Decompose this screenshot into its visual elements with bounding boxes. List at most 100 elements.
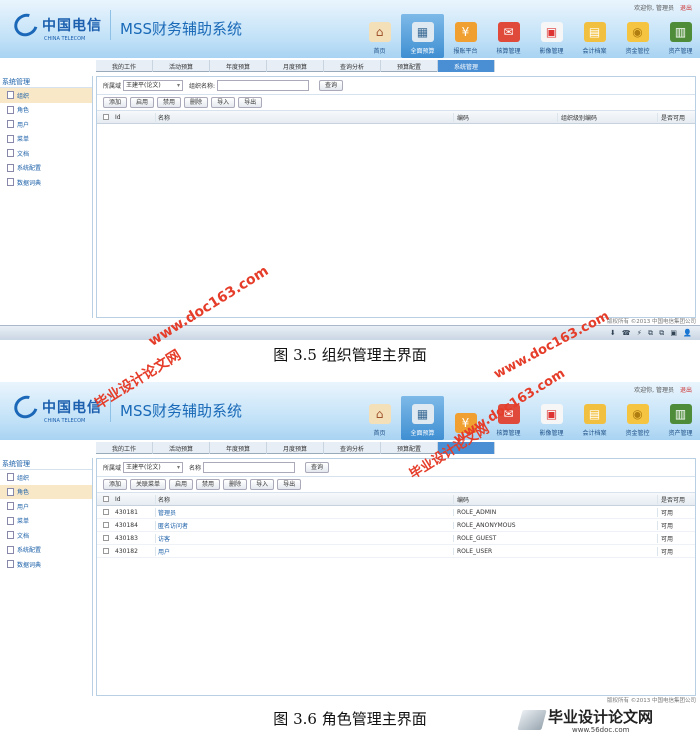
sidebar-item[interactable]: 角色: [0, 484, 92, 499]
tab-5[interactable]: 预算配置: [381, 60, 438, 72]
sidebar-item[interactable]: 用户: [0, 117, 92, 132]
table-row[interactable]: 430182 用户 ROLE_USER 可用: [97, 545, 695, 558]
toolbar-button-3[interactable]: 禁用: [196, 479, 221, 490]
nav-item-0[interactable]: ⌂ 首页: [358, 14, 401, 58]
column-header[interactable]: 名称: [155, 112, 453, 122]
sidebar-item[interactable]: 文档: [0, 146, 92, 161]
tab-6[interactable]: 系统管理: [438, 60, 495, 72]
cell-name[interactable]: 管理员: [155, 507, 453, 517]
toolbar-button-1[interactable]: 启用: [130, 97, 155, 108]
name-input[interactable]: [203, 462, 296, 473]
sidebar-item[interactable]: 数据词典: [0, 175, 92, 190]
sidebar-item[interactable]: 菜单: [0, 514, 92, 529]
tab-6[interactable]: [438, 442, 495, 454]
nav-item-3[interactable]: ✉ 核算管理: [487, 396, 530, 440]
tab-3[interactable]: 月度预算: [267, 60, 324, 72]
tab-5[interactable]: 预算配置: [381, 442, 438, 454]
row-checkbox[interactable]: [103, 522, 109, 528]
sidebar-item-label: 文档: [17, 532, 30, 540]
nav-item-7[interactable]: ▥ 资产管理: [659, 14, 700, 58]
column-header[interactable]: 组织级别编码: [557, 112, 657, 122]
cell-enabled: 可用: [657, 546, 695, 556]
toolbar-button-5[interactable]: 导入: [250, 479, 275, 490]
tab-4[interactable]: 查询分析: [324, 60, 381, 72]
toolbar-button-2[interactable]: 启用: [169, 479, 194, 490]
nav-item-1[interactable]: ▦ 全面预算: [401, 14, 444, 58]
nav-item-2[interactable]: ¥: [444, 396, 487, 440]
nav-item-5[interactable]: ▤ 会计档案: [573, 14, 616, 58]
sidebar-item[interactable]: 数据词典: [0, 557, 92, 572]
row-checkbox[interactable]: [103, 509, 109, 515]
column-header[interactable]: 名称: [155, 494, 453, 504]
tab-4[interactable]: 查询分析: [324, 442, 381, 454]
nav-item-0[interactable]: ⌂ 首页: [358, 396, 401, 440]
sidebar-item[interactable]: 用户: [0, 499, 92, 514]
toolbar-button-2[interactable]: 禁用: [157, 97, 182, 108]
cell-name[interactable]: 访客: [155, 533, 453, 543]
nav-item-label: 核算管理: [496, 48, 521, 55]
tab-3[interactable]: 月度预算: [267, 442, 324, 454]
query-button[interactable]: 查询: [305, 462, 330, 473]
tab-1[interactable]: 活动预算: [153, 60, 210, 72]
row-checkbox[interactable]: [103, 548, 109, 554]
nav-item-label: 全面预算: [410, 48, 435, 55]
query-button[interactable]: 查询: [319, 80, 344, 91]
sidebar-item[interactable]: 系统配置: [0, 543, 92, 558]
coins-icon: ◉: [626, 22, 649, 42]
nav-item-3[interactable]: ✉ 核算管理: [487, 14, 530, 58]
column-header[interactable]: Id: [115, 496, 155, 503]
cell-name[interactable]: 用户: [155, 546, 453, 556]
nav-item-1[interactable]: ▦ 全面预算: [401, 396, 444, 440]
tab-2[interactable]: 年度预算: [210, 60, 267, 72]
sidebar-item[interactable]: 文档: [0, 528, 92, 543]
toolbar-button-0[interactable]: 添加: [103, 479, 128, 490]
asset-icon: ▥: [669, 22, 692, 42]
domain-label: 所属域: [103, 465, 122, 472]
select-all-checkbox[interactable]: [103, 496, 109, 502]
column-header[interactable]: 编码: [453, 112, 557, 122]
select-all-checkbox[interactable]: [103, 114, 109, 120]
logout-link[interactable]: 退出: [680, 387, 692, 394]
domain-select[interactable]: 王建平(论文): [123, 462, 184, 473]
nav-item-4[interactable]: ▣ 影像管理: [530, 14, 573, 58]
table-header: Id 名称 编码 组织级别编码 是否可用: [97, 111, 695, 124]
toolbar-button-6[interactable]: 导出: [277, 479, 302, 490]
sidebar-item[interactable]: 系统配置: [0, 161, 92, 176]
toolbar-button-1[interactable]: 关联菜单: [130, 479, 167, 490]
tab-0[interactable]: 我的工作: [96, 60, 153, 72]
logout-link[interactable]: 退出: [680, 5, 692, 12]
nav-item-4[interactable]: ▣ 影像管理: [530, 396, 573, 440]
sidebar-item[interactable]: 角色: [0, 103, 92, 118]
toolbar-button-0[interactable]: 添加: [103, 97, 128, 108]
sidebar-item[interactable]: 菜单: [0, 132, 92, 147]
tab-0[interactable]: 我的工作: [96, 442, 153, 454]
nav-item-5[interactable]: ▤ 会计档案: [573, 396, 616, 440]
toolbar-button-4[interactable]: 删除: [223, 479, 248, 490]
sidebar-item[interactable]: 组织: [0, 88, 92, 103]
sidebar-item-label: 用户: [17, 503, 30, 511]
nav-item-6[interactable]: ◉ 资金管控: [616, 396, 659, 440]
nav-item-2[interactable]: ¥ 报账平台: [444, 14, 487, 58]
column-header[interactable]: 是否可用: [657, 112, 695, 122]
sidebar-item[interactable]: 组织: [0, 470, 92, 485]
domain-select[interactable]: 王建平(论文): [123, 80, 184, 91]
cell-name[interactable]: 匿名访问者: [155, 520, 453, 530]
name-input[interactable]: [217, 80, 310, 91]
table-row[interactable]: 430183 访客 ROLE_GUEST 可用: [97, 532, 695, 545]
nav-item-7[interactable]: ▥ 资产管理: [659, 396, 700, 440]
column-header[interactable]: 编码: [453, 494, 657, 504]
tab-1[interactable]: 活动预算: [153, 442, 210, 454]
table-row[interactable]: 430181 管理员 ROLE_ADMIN 可用: [97, 506, 695, 519]
toolbar-button-4[interactable]: 导入: [211, 97, 236, 108]
data-table: Id 名称 编码 是否可用 430181 管理员 ROLE_ADMIN 可用 430184 匿名访…: [97, 493, 695, 558]
toolbar-button-3[interactable]: 删除: [184, 97, 209, 108]
cell-code: ROLE_ADMIN: [453, 508, 657, 516]
calculator-icon: ▦: [411, 22, 434, 42]
tab-2[interactable]: 年度预算: [210, 442, 267, 454]
column-header[interactable]: Id: [115, 114, 155, 121]
table-row[interactable]: 430184 匿名访问者 ROLE_ANONYMOUS 可用: [97, 519, 695, 532]
column-header[interactable]: 是否可用: [657, 494, 695, 504]
toolbar-button-5[interactable]: 导出: [238, 97, 263, 108]
nav-item-6[interactable]: ◉ 资金管控: [616, 14, 659, 58]
row-checkbox[interactable]: [103, 535, 109, 541]
